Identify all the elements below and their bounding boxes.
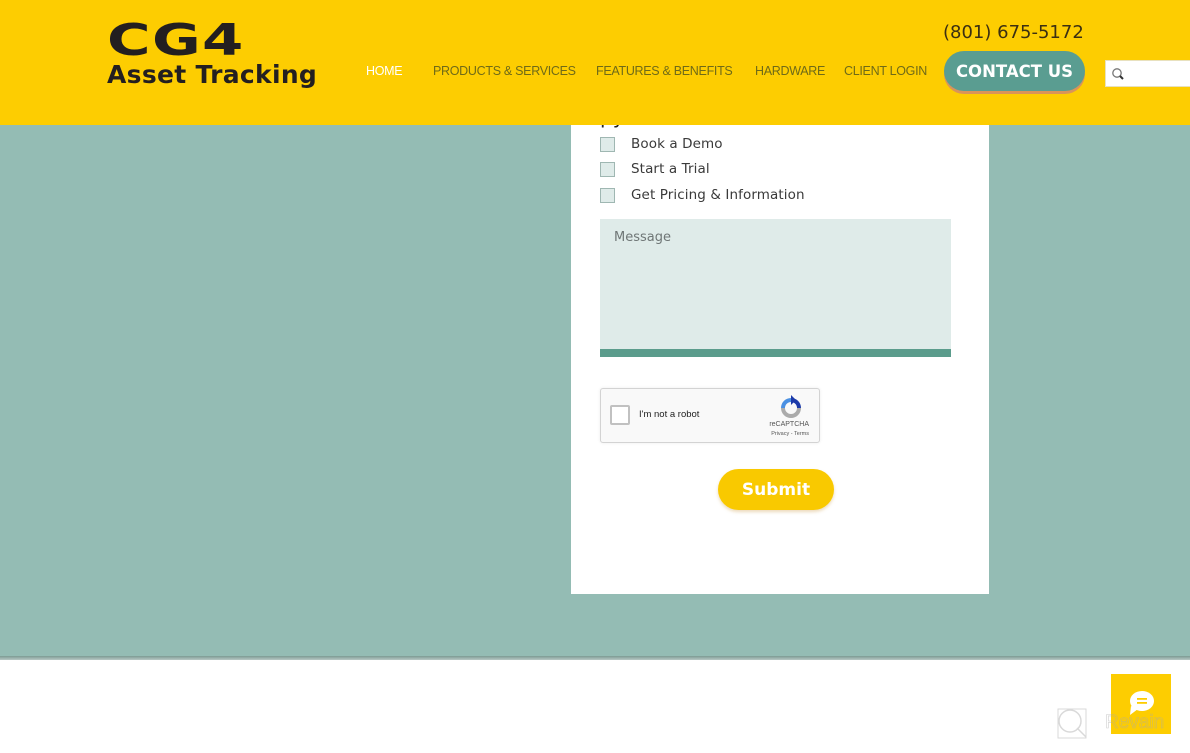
logo-subtitle[interactable]: Asset Tracking [107, 60, 317, 90]
revain-logo-icon [1057, 708, 1087, 739]
recaptcha-widget: I'm not a robot reCAPTCHA Privacy - Term… [600, 388, 820, 443]
checkbox-label: Book a Demo [631, 136, 723, 152]
search-icon [1112, 68, 1124, 80]
submit-button[interactable]: Submit [718, 469, 834, 510]
checkbox-label: Start a Trial [631, 161, 710, 177]
nav-features-benefits[interactable]: FEATURES & BENEFITS [596, 64, 733, 78]
checkbox-label: Get Pricing & Information [631, 187, 805, 203]
contact-us-button[interactable]: CONTACT US [944, 51, 1085, 91]
recaptcha-logo-icon [781, 395, 801, 418]
phone-number: (801) 675-5172 [943, 22, 1084, 43]
option-book-demo[interactable]: Book a Demo [600, 135, 723, 153]
revain-watermark: Revain [1055, 706, 1164, 740]
recaptcha-privacy-terms-link[interactable]: Privacy - Terms [601, 431, 819, 437]
recaptcha-label: I'm not a robot [639, 409, 700, 420]
option-start-trial[interactable]: Start a Trial [600, 160, 710, 178]
site-header: CG4 Asset Tracking (801) 675-5172 HOME P… [0, 0, 1190, 125]
search-input[interactable] [1128, 64, 1190, 86]
nav-products-services[interactable]: PRODUCTS & SERVICES [433, 64, 576, 78]
search-box[interactable] [1105, 60, 1190, 87]
recaptcha-brand: reCAPTCHA [769, 421, 809, 428]
message-field[interactable] [600, 219, 951, 357]
checkbox[interactable] [600, 161, 615, 177]
footer [0, 660, 1190, 753]
option-get-pricing[interactable]: Get Pricing & Information [600, 186, 805, 204]
nav-home[interactable]: HOME [366, 64, 403, 78]
nav-client-login[interactable]: CLIENT LOGIN [844, 64, 927, 78]
watermark-text: Revain [1105, 712, 1165, 734]
checkbox[interactable] [600, 187, 615, 203]
logo-title[interactable]: CG4 [107, 16, 245, 66]
checkbox[interactable] [600, 136, 615, 152]
nav-hardware[interactable]: HARDWARE [755, 64, 825, 78]
